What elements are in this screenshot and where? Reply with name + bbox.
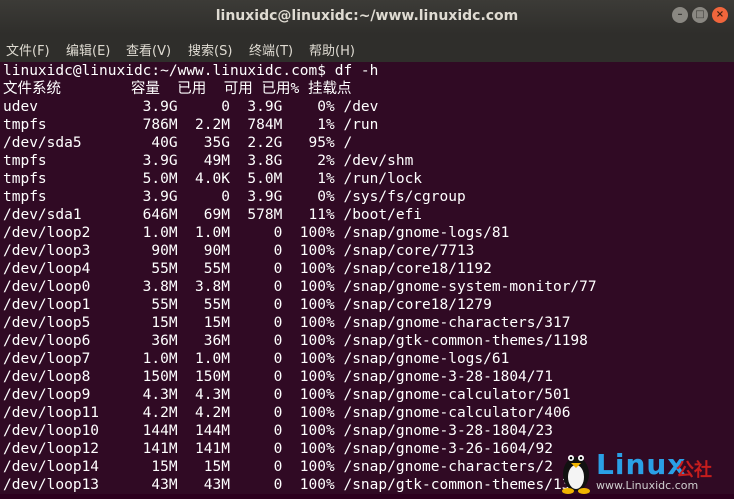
window-titlebar[interactable]: linuxidc@linuxidc:~/www.linuxidc.com – □…	[0, 0, 734, 34]
df-row: /dev/loop3 90M 90M 0 100% /snap/core/771…	[3, 243, 475, 259]
watermark-brand: Linux	[596, 448, 687, 481]
menu-edit[interactable]: 编辑(E)	[66, 40, 110, 59]
df-row: /dev/loop8 150M 150M 0 100% /snap/gnome-…	[3, 369, 553, 385]
minimize-button[interactable]: –	[672, 7, 688, 23]
df-row: tmpfs 3.9G 0 3.9G 0% /sys/fs/cgroup	[3, 189, 466, 205]
close-button[interactable]: ×	[712, 7, 728, 23]
df-row: /dev/loop7 1.0M 1.0M 0 100% /snap/gnome-…	[3, 351, 510, 367]
window-title: linuxidc@linuxidc:~/www.linuxidc.com	[215, 8, 519, 24]
terminal-prompt: linuxidc@linuxidc:~/www.linuxidc.com$ df…	[3, 63, 379, 79]
df-row: /dev/loop9 4.3M 4.3M 0 100% /snap/gnome-…	[3, 387, 571, 403]
menu-help[interactable]: 帮助(H)	[309, 40, 355, 59]
df-row: /dev/loop0 3.8M 3.8M 0 100% /snap/gnome-…	[3, 279, 597, 295]
linuxidc-watermark: Linux 公社 www.Linuxidc.com	[556, 444, 734, 494]
df-row: /dev/loop11 4.2M 4.2M 0 100% /snap/gnome…	[3, 405, 571, 421]
menu-view[interactable]: 查看(V)	[126, 40, 171, 59]
df-row: /dev/loop6 36M 36M 0 100% /snap/gtk-comm…	[3, 333, 588, 349]
menu-file[interactable]: 文件(F)	[6, 40, 50, 59]
df-row: tmpfs 3.9G 49M 3.8G 2% /dev/shm	[3, 153, 414, 169]
menu-terminal[interactable]: 终端(T)	[249, 40, 293, 59]
tux-penguin-icon	[562, 455, 590, 494]
df-row: tmpfs 786M 2.2M 784M 1% /run	[3, 117, 379, 133]
df-row: /dev/sda1 646M 69M 578M 11% /boot/efi	[3, 207, 423, 223]
df-header: 文件系统 容量 已用 可用 已用% 挂载点	[3, 81, 352, 97]
df-row: /dev/sda5 40G 35G 2.2G 95% /	[3, 135, 353, 151]
df-row: /dev/loop5 15M 15M 0 100% /snap/gnome-ch…	[3, 315, 571, 331]
menu-bar: 文件(F) 编辑(E) 查看(V) 搜索(S) 终端(T) 帮助(H)	[0, 34, 734, 62]
df-row: /dev/loop2 1.0M 1.0M 0 100% /snap/gnome-…	[3, 225, 510, 241]
df-row: /dev/loop1 55M 55M 0 100% /snap/core18/1…	[3, 297, 492, 313]
df-row: tmpfs 5.0M 4.0K 5.0M 1% /run/lock	[3, 171, 423, 187]
maximize-button[interactable]: □	[692, 7, 708, 23]
watermark-url: www.Linuxidc.com	[596, 479, 699, 492]
df-row: /dev/loop4 55M 55M 0 100% /snap/core18/1…	[3, 261, 492, 277]
menu-search[interactable]: 搜索(S)	[188, 40, 232, 59]
terminal-area[interactable]: linuxidc@linuxidc:~/www.linuxidc.com$ df…	[0, 62, 734, 494]
df-row: /dev/loop10 144M 144M 0 100% /snap/gnome…	[3, 423, 553, 439]
df-row: udev 3.9G 0 3.9G 0% /dev	[3, 99, 379, 115]
